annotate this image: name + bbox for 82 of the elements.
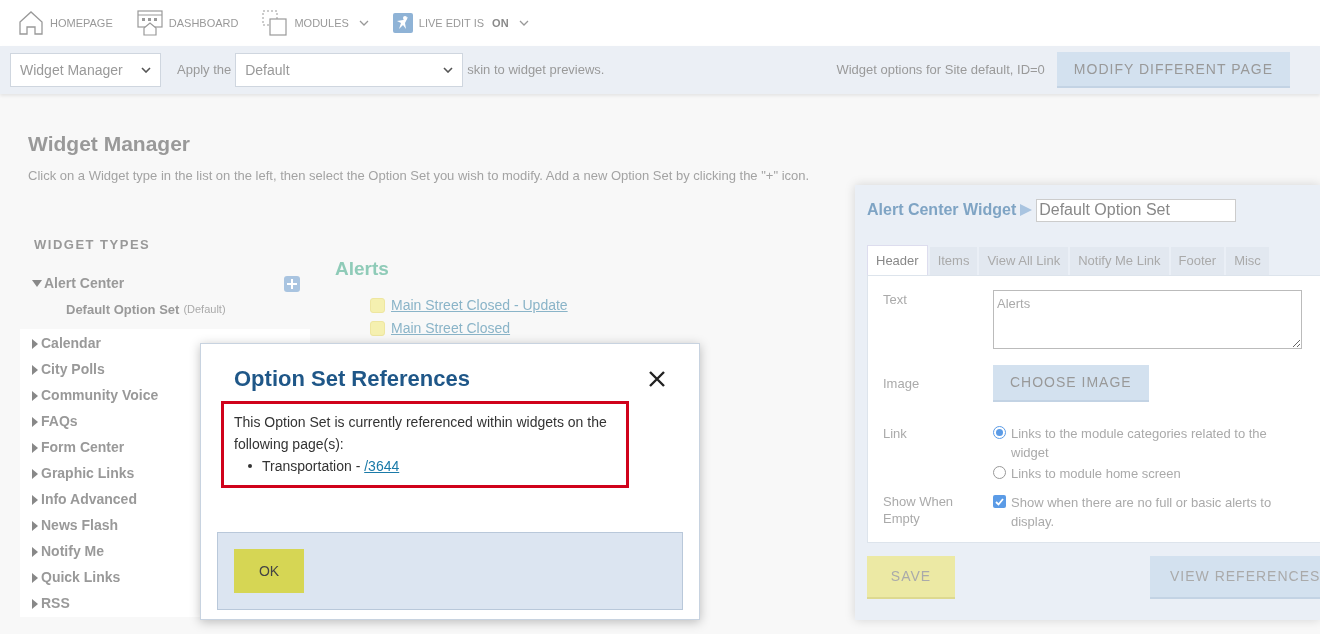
reference-text: Transportation - <box>262 457 362 476</box>
house-icon <box>18 10 44 36</box>
info-text: Widget options for Site default, ID=0 <box>836 61 1045 80</box>
alert-link[interactable]: Main Street Closed <box>391 317 511 339</box>
reference-link[interactable]: /3644 <box>364 455 400 477</box>
widget-type-item[interactable]: Info Advanced <box>41 489 137 510</box>
widget-type-item[interactable]: Quick Links <box>41 567 121 588</box>
option-set-item[interactable]: Default Option Set (Default) <box>20 296 310 323</box>
choose-image-button[interactable]: CHOOSE IMAGE <box>993 365 1149 402</box>
triangle-right-icon[interactable] <box>32 468 39 479</box>
tab[interactable]: Footer <box>1170 247 1225 275</box>
triangle-right-icon[interactable] <box>32 338 39 349</box>
triangle-right-icon[interactable] <box>32 494 39 505</box>
widget-type-item[interactable]: News Flash <box>41 515 119 536</box>
radio-button[interactable] <box>993 466 1006 479</box>
nav-link[interactable]: MODULES <box>262 10 349 36</box>
radio-button[interactable] <box>993 426 1006 439</box>
caret-icon <box>443 67 454 73</box>
page-heading: Widget Manager <box>28 131 191 157</box>
triangle-right-icon[interactable] <box>32 572 39 583</box>
tab[interactable]: Notify Me Link <box>1070 247 1169 275</box>
widget-type-item[interactable]: Community Voice <box>41 385 159 406</box>
tab[interactable]: Items <box>929 247 978 275</box>
caret-icon[interactable] <box>518 20 529 26</box>
radio-option[interactable]: Links to module home screen <box>993 464 1293 483</box>
field-label: Image <box>883 374 921 393</box>
label-text: skin to widget previews. <box>467 61 605 80</box>
ok-button[interactable]: OK <box>234 549 304 593</box>
alert-marker-icon <box>370 297 385 313</box>
tab[interactable]: View All Link <box>979 247 1069 275</box>
save-button[interactable]: SAVE <box>867 556 955 599</box>
section-heading: WIDGET TYPES <box>33 236 152 254</box>
bullet-icon <box>248 464 252 468</box>
field-label: Text <box>883 291 908 309</box>
view-references-button[interactable]: VIEW REFERENCES <box>1150 556 1320 599</box>
label-text: Apply the <box>177 61 232 80</box>
alert-marker-icon <box>370 320 385 336</box>
widget-type-item[interactable]: Notify Me <box>41 541 104 562</box>
triangle-right-icon[interactable] <box>32 416 39 427</box>
message-text: This Option Set is currently referenced within widgets on the following page(s): <box>234 413 608 454</box>
checkbox[interactable] <box>993 495 1006 508</box>
person-icon <box>392 13 413 33</box>
text-area[interactable]: Alerts <box>993 290 1302 349</box>
caret-icon[interactable] <box>358 20 369 26</box>
triangle-right-icon <box>1020 204 1033 216</box>
triangle-right-icon[interactable] <box>32 442 39 453</box>
triangle-right-icon[interactable] <box>32 520 39 531</box>
radio-option[interactable]: Links to the module categories related to the widget <box>993 424 1293 462</box>
caret-icon <box>141 67 151 73</box>
panel-title: Alert Center Widget <box>867 200 1017 220</box>
dropdown[interactable]: Default <box>235 53 464 87</box>
widget-type-item[interactable]: Alert Center <box>44 273 125 294</box>
plus-icon[interactable] <box>284 275 300 292</box>
widget-title: Alerts <box>335 257 390 281</box>
dialog-title: Option Set References <box>234 365 470 393</box>
widget-type-item[interactable]: Graphic Links <box>41 463 135 484</box>
nav-link[interactable]: DASHBOARD <box>136 10 239 36</box>
alert-link[interactable]: Main Street Closed - Update <box>391 294 568 316</box>
triangle-down-icon[interactable] <box>32 279 42 288</box>
nav-link[interactable]: HOMEPAGE <box>18 10 113 36</box>
dropdown[interactable]: Widget Manager <box>10 53 161 87</box>
dashboard-icon <box>136 10 163 36</box>
triangle-right-icon[interactable] <box>32 546 39 557</box>
triangle-right-icon[interactable] <box>32 364 39 375</box>
squares-icon <box>262 10 289 36</box>
tab[interactable]: Misc <box>1226 247 1269 275</box>
field-label: Show When Empty <box>883 493 955 528</box>
widget-type-item[interactable]: FAQs <box>41 411 78 432</box>
nav-link[interactable]: LIVE EDIT IS ON <box>392 13 509 33</box>
triangle-right-icon[interactable] <box>32 390 39 401</box>
widget-type-item[interactable]: Calendar <box>41 333 101 354</box>
widget-type-item[interactable]: Form Center <box>41 437 125 458</box>
name-field[interactable]: Default Option Set <box>1036 198 1237 222</box>
triangle-right-icon[interactable] <box>32 598 39 609</box>
modify-page-button[interactable]: MODIFY DIFFERENT PAGE <box>1056 52 1290 88</box>
checkbox-option[interactable]: Show when there are no full or basic alerts to display. <box>993 493 1303 531</box>
widget-type-item[interactable]: RSS <box>41 593 70 614</box>
field-label: Link <box>883 425 908 443</box>
tab[interactable]: Header <box>867 245 928 275</box>
widget-type-item[interactable]: City Polls <box>41 359 105 380</box>
close-icon[interactable] <box>649 370 665 387</box>
page-description: Click on a Widget type in the list on the left, then select the Option Set you wish to modify. Add a new Option Set by clicking the "+" icon. <box>28 166 811 185</box>
